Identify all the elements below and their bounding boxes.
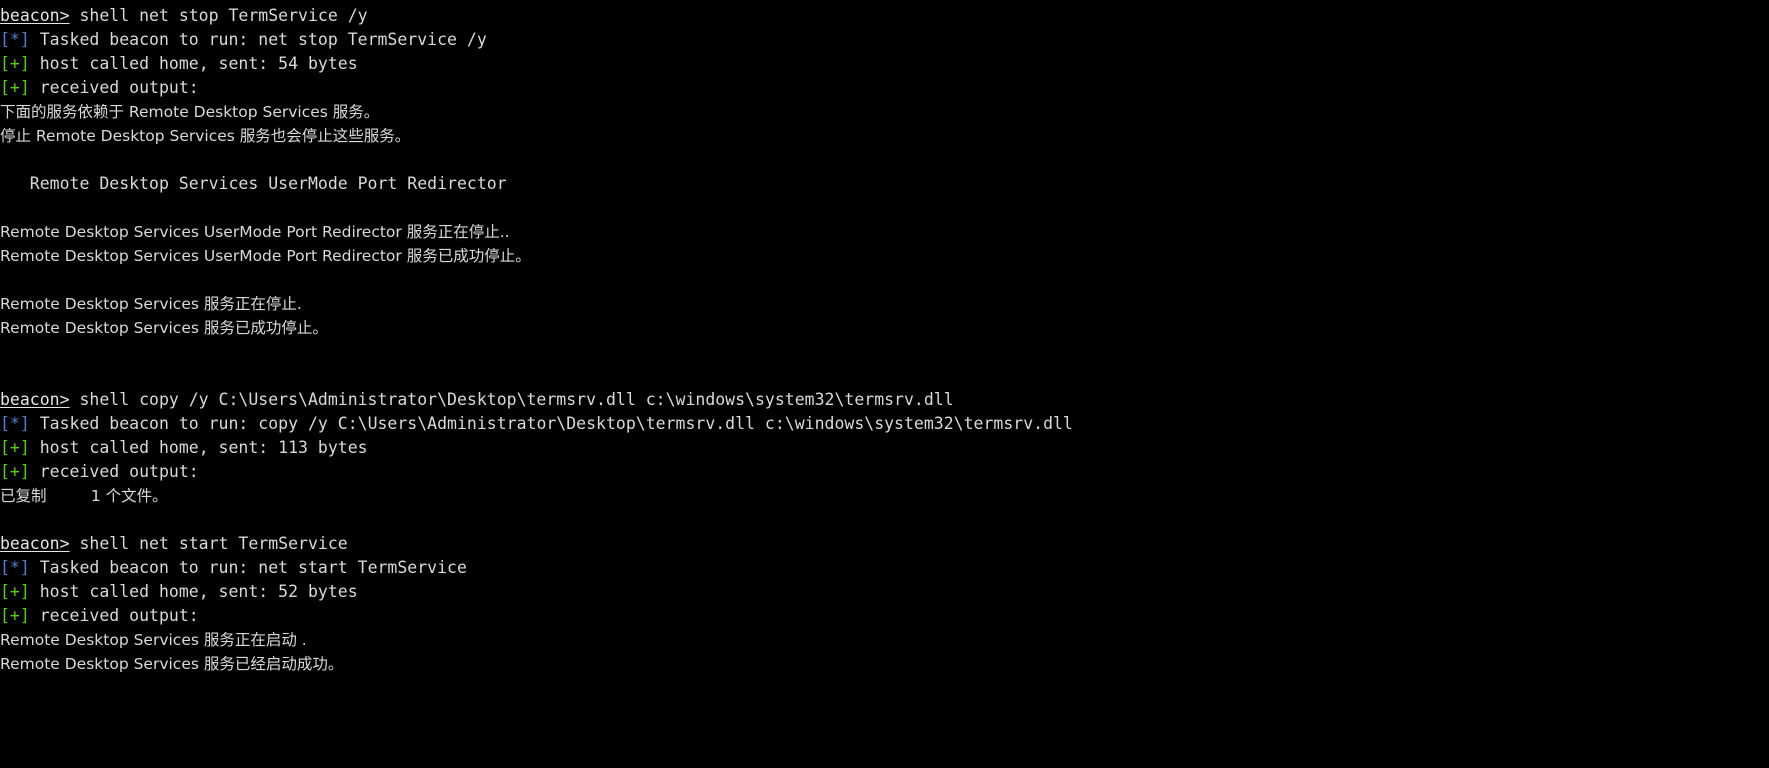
terminal-line: beacon> shell copy /y C:\Users\Administr… bbox=[0, 388, 1769, 412]
terminal-line: Remote Desktop Services 服务正在启动 . bbox=[0, 628, 1769, 652]
terminal-line: Remote Desktop Services 服务正在停止. bbox=[0, 292, 1769, 316]
terminal-line: [+] host called home, sent: 52 bytes bbox=[0, 580, 1769, 604]
terminal-console[interactable]: beacon> shell net stop TermService /y [*]… bbox=[0, 0, 1769, 768]
command-text: shell net stop TermService /y bbox=[69, 6, 368, 25]
output-text: Remote Desktop Services UserMode Port Re… bbox=[0, 247, 531, 265]
task-tag-icon: [*] bbox=[0, 558, 30, 577]
terminal-line: 停止 Remote Desktop Services 服务也会停止这些服务。 bbox=[0, 124, 1769, 148]
terminal-line: Remote Desktop Services UserMode Port Re… bbox=[0, 244, 1769, 268]
success-tag-icon: [+] bbox=[0, 78, 30, 97]
task-tag-icon: [*] bbox=[0, 414, 30, 433]
success-tag-icon: [+] bbox=[0, 438, 30, 457]
terminal-line: [+] host called home, sent: 54 bytes bbox=[0, 52, 1769, 76]
output-text: Remote Desktop Services 服务正在启动 . bbox=[0, 631, 307, 649]
success-tag-icon: [+] bbox=[0, 462, 30, 481]
terminal-line: [+] received output: bbox=[0, 76, 1769, 100]
terminal-line: 下面的服务依赖于 Remote Desktop Services 服务。 bbox=[0, 100, 1769, 124]
output-text: 已复制 1 个文件。 bbox=[0, 487, 168, 505]
terminal-line: Remote Desktop Services 服务已成功停止。 bbox=[0, 316, 1769, 340]
output-text: 下面的服务依赖于 Remote Desktop Services 服务。 bbox=[0, 103, 380, 121]
beacon-prompt: beacon> bbox=[0, 390, 70, 409]
command-text: shell net start TermService bbox=[69, 534, 348, 553]
status-text: host called home, sent: 54 bytes bbox=[29, 54, 358, 73]
output-text: Remote Desktop Services UserMode Port Re… bbox=[0, 223, 510, 241]
terminal-line: 已复制 1 个文件。 bbox=[0, 484, 1769, 508]
terminal-line: [+] received output: bbox=[0, 460, 1769, 484]
output-text: Remote Desktop Services 服务已经启动成功。 bbox=[0, 655, 344, 673]
success-tag-icon: [+] bbox=[0, 582, 30, 601]
terminal-line: [*] Tasked beacon to run: copy /y C:\Use… bbox=[0, 412, 1769, 436]
terminal-line: [+] received output: bbox=[0, 604, 1769, 628]
status-text: host called home, sent: 52 bytes bbox=[29, 582, 358, 601]
terminal-line: [+] host called home, sent: 113 bytes bbox=[0, 436, 1769, 460]
output-text: Remote Desktop Services 服务正在停止. bbox=[0, 295, 302, 313]
status-text: host called home, sent: 113 bytes bbox=[29, 438, 368, 457]
terminal-line: beacon> shell net start TermService bbox=[0, 532, 1769, 556]
success-tag-icon: [+] bbox=[0, 54, 30, 73]
task-tag-icon: [*] bbox=[0, 30, 30, 49]
status-text: Tasked beacon to run: copy /y C:\Users\A… bbox=[29, 414, 1073, 433]
terminal-line: Remote Desktop Services 服务已经启动成功。 bbox=[0, 652, 1769, 676]
terminal-line: Remote Desktop Services UserMode Port Re… bbox=[0, 172, 1769, 196]
status-text: received output: bbox=[29, 78, 199, 97]
terminal-line: [*] Tasked beacon to run: net start Term… bbox=[0, 556, 1769, 580]
terminal-line: Remote Desktop Services UserMode Port Re… bbox=[0, 220, 1769, 244]
output-text: Remote Desktop Services 服务已成功停止。 bbox=[0, 319, 328, 337]
beacon-prompt: beacon> bbox=[0, 6, 70, 25]
status-text: received output: bbox=[29, 606, 199, 625]
success-tag-icon: [+] bbox=[0, 606, 30, 625]
status-text: Tasked beacon to run: net stop TermServi… bbox=[29, 30, 487, 49]
output-text: Remote Desktop Services UserMode Port Re… bbox=[0, 174, 507, 193]
terminal-line: [*] Tasked beacon to run: net stop TermS… bbox=[0, 28, 1769, 52]
terminal-line: beacon> shell net stop TermService /y bbox=[0, 4, 1769, 28]
beacon-prompt: beacon> bbox=[0, 534, 70, 553]
status-text: received output: bbox=[29, 462, 199, 481]
output-text: 停止 Remote Desktop Services 服务也会停止这些服务。 bbox=[0, 127, 411, 145]
status-text: Tasked beacon to run: net start TermServ… bbox=[29, 558, 467, 577]
command-text: shell copy /y C:\Users\Administrator\Des… bbox=[69, 390, 954, 409]
